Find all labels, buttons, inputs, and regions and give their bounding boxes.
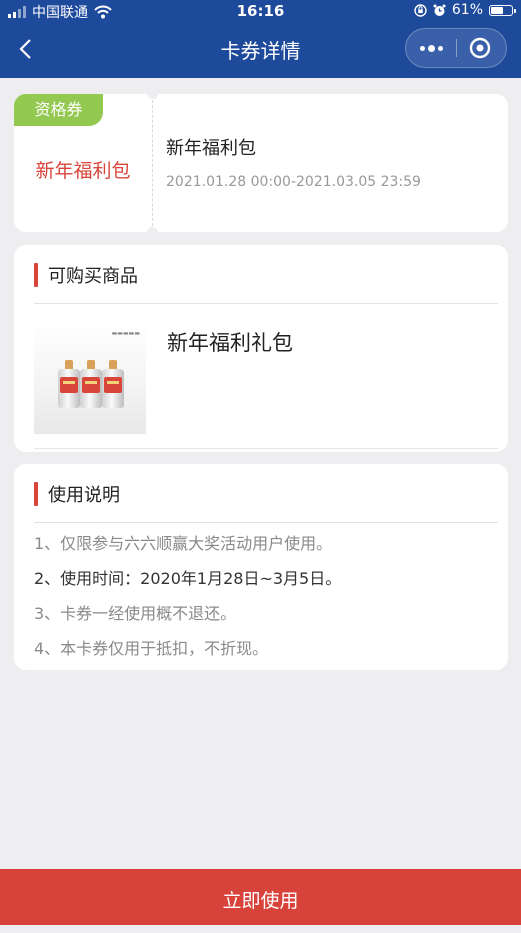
battery-icon [489,4,516,16]
product-image[interactable]: ▬▬▬▬▬ [34,322,146,434]
coupon-validity-period: 2021.01.28 00:00-2021.03.05 23:59 [166,174,421,190]
section-divider [34,522,498,523]
section-title: 可购买商品 [48,266,138,287]
use-now-button[interactable]: 立即使用 [0,869,521,925]
coupon-notch-top [147,94,158,99]
bottle-image [58,360,80,408]
status-bar: 中国联通 16:16 61% [0,0,521,22]
mini-program-capsule [405,28,507,68]
coupon-card: 资格券 新年福利包 新年福利包 2021.01.28 00:00-2021.03… [14,94,508,232]
section-title: 使用说明 [48,485,120,506]
section-divider [34,303,498,304]
coupon-name: 新年福利包 [35,160,131,182]
bottle-image [102,360,124,408]
purchasable-products-card: 可购买商品 ▬▬▬▬▬ 新年福利礼包 [14,245,508,452]
section-header: 可购买商品 [34,263,138,287]
bottle-image [80,360,102,408]
more-icon[interactable] [406,29,456,67]
product-image-brand-mark: ▬▬▬▬▬ [111,330,140,337]
coupon-type-tag: 资格券 [14,94,103,126]
usage-rule: 4、本卡券仅用于抵扣，不折现。 [34,639,269,658]
coupon-notch-bottom [147,227,158,232]
usage-instructions-card: 使用说明 1、仅限参与六六顺赢大奖活动用户使用。 2、使用时间：2020年1月2… [14,464,508,670]
nav-bar: 卡券详情 [0,22,521,78]
alarm-icon [433,4,446,16]
section-accent-bar [34,482,38,506]
product-divider [34,448,498,449]
close-target-icon[interactable] [456,29,506,67]
orientation-lock-icon [414,3,427,17]
coupon-dashed-divider [152,100,153,226]
usage-rules-list: 1、仅限参与六六顺赢大奖活动用户使用。 2、使用时间：2020年1月28日~3月… [34,534,341,670]
usage-rule: 3、卡券一经使用概不退还。 [34,604,237,623]
usage-rule: 1、仅限参与六六顺赢大奖活动用户使用。 [34,534,333,553]
status-right: 61% [414,2,516,18]
product-name[interactable]: 新年福利礼包 [167,327,293,357]
usage-rule: 2、使用时间：2020年1月28日~3月5日。 [34,569,342,588]
battery-percent: 61% [451,2,483,18]
coupon-title: 新年福利包 [166,138,256,159]
section-accent-bar [34,263,38,287]
section-header: 使用说明 [34,482,120,506]
